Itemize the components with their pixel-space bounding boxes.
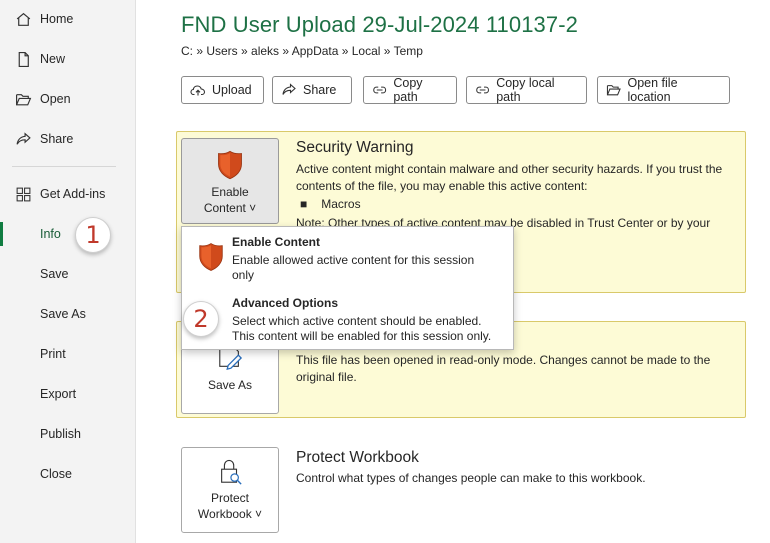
folder-open-icon <box>606 85 621 96</box>
sidebar-item-label: Get Add-ins <box>40 187 106 201</box>
breadcrumb: C: » Users » aleks » AppData » Local » T… <box>181 44 423 58</box>
advanced-options-description-2: This content will be enabled for this se… <box>232 329 492 343</box>
enable-content-line2: Content ˅ <box>203 201 257 215</box>
protect-workbook-text: Control what types of changes people can… <box>296 471 646 485</box>
upload-button[interactable]: Upload <box>181 76 264 104</box>
new-document-icon <box>14 50 32 68</box>
macros-label: Macros <box>321 197 361 211</box>
enable-content-description: Enable allowed active content for this s… <box>232 253 475 282</box>
link-icon <box>476 86 490 94</box>
sidebar-item-label: Open <box>40 92 71 106</box>
sidebar-item-save[interactable]: Save <box>0 259 136 289</box>
menu-item-advanced-options[interactable]: Advanced Options Select which active con… <box>182 291 513 349</box>
protect-workbook-line2: Workbook ˅ <box>197 507 263 521</box>
sidebar-item-close[interactable]: Close <box>0 459 136 489</box>
sidebar-item-label: Export <box>40 387 77 401</box>
open-file-location-button-label: Open file location <box>627 76 678 104</box>
share-button-label: Share <box>303 83 337 97</box>
security-warning-title: Security Warning <box>296 139 414 156</box>
sidebar-divider <box>12 166 116 167</box>
security-warning-text: Active content might contain malware and… <box>296 162 723 193</box>
grid-icon <box>14 185 32 203</box>
sidebar-item-label: Close <box>40 467 72 481</box>
copy-local-path-button-label: Copy local path <box>496 76 555 104</box>
page-title: FND User Upload 29-Jul-2024 110137-2 <box>181 12 578 37</box>
enable-content-title: Enable Content <box>232 235 321 249</box>
sidebar-item-label: Publish <box>40 427 81 441</box>
enable-content-line1: Enable <box>211 185 249 199</box>
protect-workbook-title: Protect Workbook <box>296 449 419 466</box>
save-as-label: Save As <box>207 378 253 392</box>
sidebar-item-home[interactable]: Home <box>0 4 136 34</box>
advanced-options-title: Advanced Options <box>232 296 339 310</box>
sidebar-item-label: Info <box>40 227 61 241</box>
shield-icon <box>218 150 242 180</box>
share-button[interactable]: Share <box>272 76 352 104</box>
sidebar-item-share[interactable]: Share <box>0 124 136 154</box>
link-icon <box>373 86 387 94</box>
sidebar-item-info[interactable]: Info <box>0 219 136 249</box>
sidebar-item-publish[interactable]: Publish <box>0 419 136 449</box>
cloud-upload-icon <box>190 85 206 96</box>
folder-open-icon <box>14 90 32 108</box>
copy-path-button-label: Copy path <box>393 76 423 104</box>
upload-button-label: Upload <box>212 83 252 97</box>
macros-bullet: ■ Macros <box>300 196 361 213</box>
sidebar-item-get-add-ins[interactable]: Get Add-ins <box>0 179 136 209</box>
protect-workbook-button[interactable]: Protect Workbook ˅ <box>181 447 279 533</box>
sidebar-item-label: Home <box>40 12 74 26</box>
read-only-text: This file has been opened in read-only m… <box>296 353 711 384</box>
share-icon <box>14 130 32 148</box>
sidebar-item-new[interactable]: New <box>0 44 136 74</box>
copy-path-button[interactable]: Copy path <box>363 76 457 104</box>
bullet-dot: ■ <box>300 197 308 211</box>
share-icon <box>282 83 296 95</box>
protect-workbook-line1: Protect <box>210 491 249 505</box>
sidebar-item-label: Save As <box>40 307 86 321</box>
sidebar-item-export[interactable]: Export <box>0 379 136 409</box>
backstage-sidebar: Home New Open Share Get Add-ins Info Sav… <box>0 0 136 543</box>
copy-local-path-button[interactable]: Copy local path <box>466 76 587 104</box>
callout-badge-2: 2 <box>183 301 219 337</box>
sidebar-item-print[interactable]: Print <box>0 339 136 369</box>
advanced-options-description-1: Select which active content should be en… <box>232 314 482 328</box>
sidebar-item-open[interactable]: Open <box>0 84 136 114</box>
sidebar-item-label: Share <box>40 132 74 146</box>
shield-icon <box>199 243 223 271</box>
menu-item-enable-content[interactable]: Enable Content Enable allowed active con… <box>182 229 513 289</box>
home-icon <box>14 10 32 28</box>
callout-badge-1: 1 <box>75 217 111 253</box>
sidebar-item-label: New <box>40 52 66 66</box>
enable-content-button[interactable]: Enable Content ˅ <box>181 138 279 224</box>
lock-icon <box>221 459 242 485</box>
enable-content-dropdown: Enable Content Enable allowed active con… <box>181 226 514 350</box>
sidebar-item-label: Print <box>40 347 66 361</box>
sidebar-item-label: Save <box>40 267 69 281</box>
sidebar-item-save-as[interactable]: Save As <box>0 299 136 329</box>
open-file-location-button[interactable]: Open file location <box>597 76 730 104</box>
